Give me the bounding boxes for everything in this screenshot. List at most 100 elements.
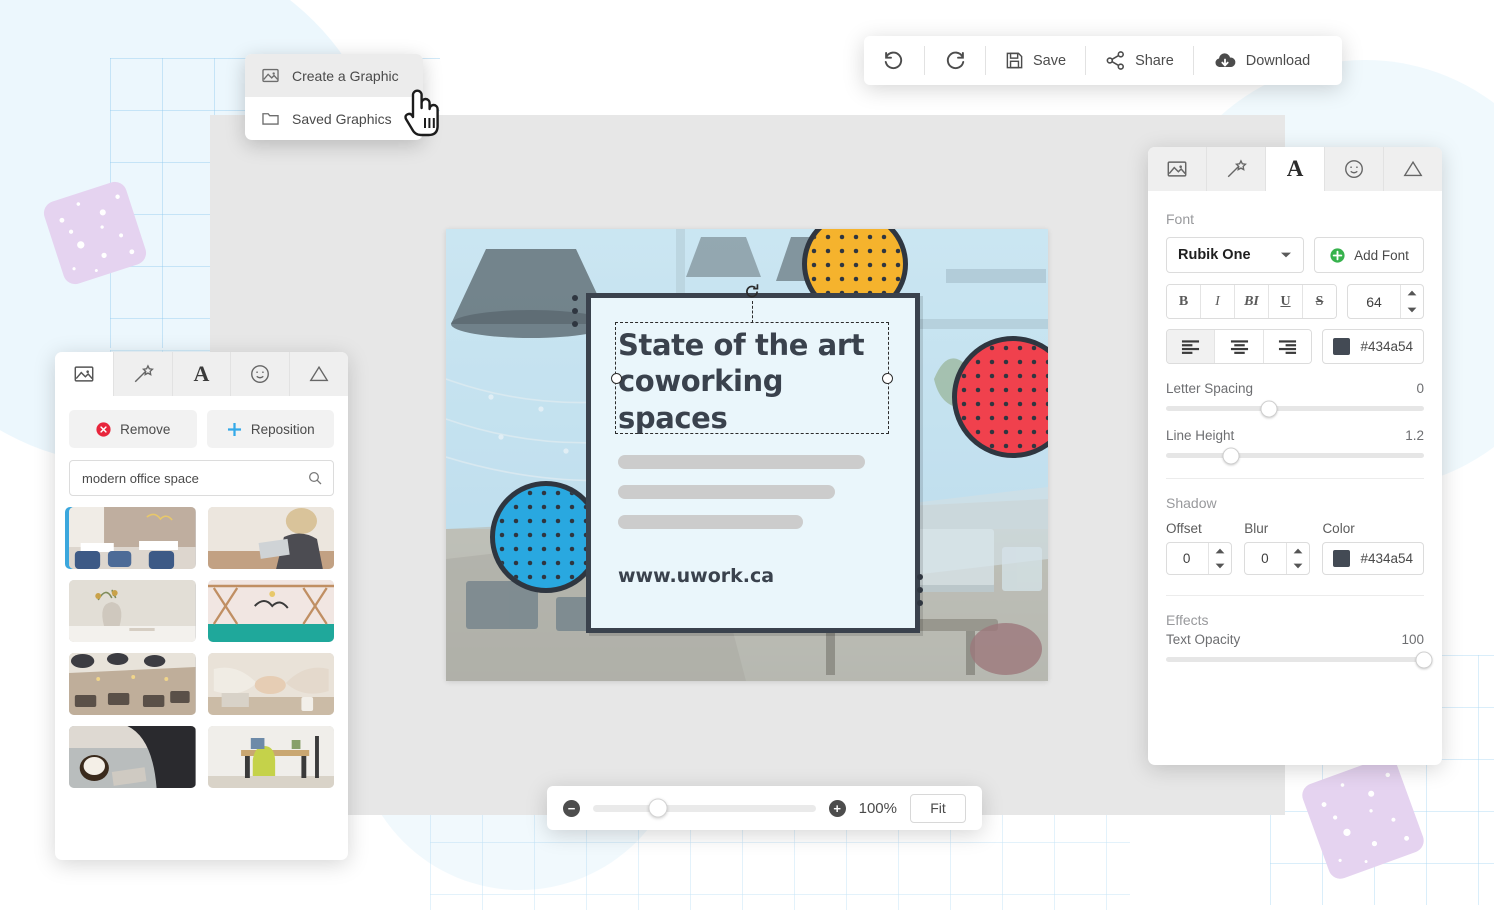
line-height-track[interactable] (1166, 453, 1424, 458)
placeholder-bar (618, 515, 803, 529)
triangle-icon (1402, 158, 1424, 180)
tab-text[interactable]: A (1266, 147, 1325, 191)
letter-spacing-label: Letter Spacing (1166, 381, 1253, 396)
save-button[interactable]: Save (986, 36, 1085, 85)
menu-item-create-a-graphic[interactable]: Create a Graphic (245, 54, 423, 97)
thumbnail-item[interactable] (208, 653, 335, 715)
image-search-box[interactable] (69, 460, 334, 496)
thumbnail-item[interactable] (208, 580, 335, 642)
shadow-color-label: Color (1322, 521, 1424, 536)
font-color-picker[interactable]: #434a54 (1322, 329, 1424, 364)
tab-effects[interactable] (1207, 147, 1266, 191)
image-icon (1166, 158, 1188, 180)
card-handle-dots-left[interactable] (572, 295, 578, 327)
text-panel-body: Font Rubik One Add Font (1148, 191, 1442, 678)
download-button[interactable]: Download (1194, 36, 1330, 85)
underline-button[interactable]: U (1269, 285, 1303, 318)
search-input[interactable] (80, 470, 307, 487)
align-center-icon (1230, 340, 1249, 354)
shadow-offset-decrease[interactable] (1209, 559, 1231, 575)
alignment-group (1166, 329, 1312, 364)
align-left-button[interactable] (1167, 330, 1215, 363)
zoom-slider-knob[interactable] (648, 799, 667, 818)
image-results-grid (69, 507, 334, 788)
font-size-increase[interactable] (1401, 285, 1423, 302)
design-url-text[interactable]: www.uwork.ca (618, 565, 774, 587)
thumbnail-item[interactable] (69, 726, 196, 788)
design-text-card[interactable]: State of the art coworking spaces www.uw… (586, 293, 920, 633)
tab-images[interactable] (55, 352, 114, 396)
align-right-button[interactable] (1264, 330, 1311, 363)
thumbnail-item[interactable] (69, 653, 196, 715)
reposition-label: Reposition (251, 422, 315, 437)
align-center-button[interactable] (1215, 330, 1263, 363)
shadow-offset-stepper[interactable]: 0 (1166, 542, 1232, 575)
font-family-select[interactable]: Rubik One (1166, 237, 1304, 273)
italic-button[interactable]: I (1201, 285, 1235, 318)
shadow-color-control: Color #434a54 (1322, 521, 1424, 575)
line-height-knob[interactable] (1222, 447, 1239, 464)
tab-stickers[interactable] (231, 352, 290, 396)
strikethrough-button[interactable]: S (1303, 285, 1336, 318)
effects-section-title: Effects (1166, 612, 1424, 628)
zoom-out-button[interactable]: − (563, 800, 580, 817)
shadow-color-picker[interactable]: #434a54 (1322, 542, 1424, 575)
media-panel-tabbar: A (55, 352, 348, 396)
shadow-blur-decrease[interactable] (1287, 559, 1309, 575)
tab-shapes[interactable] (1384, 147, 1442, 191)
tab-text[interactable]: A (173, 352, 232, 396)
letter-spacing-knob[interactable] (1261, 400, 1278, 417)
shadow-blur-stepper[interactable]: 0 (1244, 542, 1310, 575)
shadow-blur-control: Blur 0 (1244, 521, 1310, 575)
share-button[interactable]: Share (1086, 36, 1193, 85)
thumbnail-item[interactable] (69, 580, 196, 642)
top-toolbar: Save Share Download (864, 36, 1342, 85)
shadow-color-swatch (1333, 550, 1350, 567)
card-handle-dots-right[interactable] (917, 574, 923, 606)
shadow-controls: Offset 0 Blur (1166, 521, 1424, 575)
undo-button[interactable] (864, 36, 924, 85)
thumbnail-item[interactable] (208, 726, 335, 788)
tab-shapes[interactable] (290, 352, 348, 396)
thumbnail-item[interactable] (208, 507, 335, 569)
shadow-offset-spinner[interactable] (1208, 543, 1231, 574)
thumbnail-item[interactable] (69, 507, 196, 569)
font-size-stepper[interactable]: 64 (1347, 284, 1424, 319)
letter-a-icon: A (194, 361, 210, 387)
text-selection-box[interactable] (615, 322, 889, 434)
menu-item-saved-graphics[interactable]: Saved Graphics (245, 97, 423, 140)
redo-button[interactable] (925, 36, 985, 85)
section-divider (1166, 595, 1424, 596)
rotate-handle-icon[interactable] (744, 283, 761, 300)
text-opacity-track[interactable] (1166, 657, 1424, 662)
remove-button[interactable]: Remove (69, 410, 197, 448)
zoom-in-button[interactable]: + (829, 800, 846, 817)
tab-stickers[interactable] (1325, 147, 1384, 191)
font-size-spinner[interactable] (1400, 285, 1423, 318)
design-canvas[interactable]: State of the art coworking spaces www.uw… (446, 229, 1048, 681)
plus-icon: + (833, 802, 841, 815)
text-opacity-knob[interactable] (1416, 651, 1433, 668)
share-label: Share (1135, 53, 1174, 69)
selection-handle-right[interactable] (882, 373, 893, 384)
shadow-offset-increase[interactable] (1209, 543, 1231, 559)
font-size-decrease[interactable] (1401, 302, 1423, 319)
fit-button[interactable]: Fit (910, 794, 966, 823)
tab-effects[interactable] (114, 352, 173, 396)
tab-images[interactable] (1148, 147, 1207, 191)
bold-button[interactable]: B (1167, 285, 1201, 318)
section-divider (1166, 478, 1424, 479)
add-font-button[interactable]: Add Font (1314, 237, 1424, 273)
text-opacity-value: 100 (1401, 632, 1424, 647)
letter-spacing-value: 0 (1416, 381, 1424, 396)
add-font-label: Add Font (1354, 248, 1409, 263)
shadow-blur-increase[interactable] (1287, 543, 1309, 559)
letter-spacing-track[interactable] (1166, 406, 1424, 411)
search-icon[interactable] (307, 470, 323, 486)
zoom-slider-track[interactable] (593, 805, 816, 812)
reposition-button[interactable]: Reposition (207, 410, 335, 448)
shadow-blur-spinner[interactable] (1286, 543, 1309, 574)
bold-italic-button[interactable]: BI (1235, 285, 1269, 318)
selection-handle-left[interactable] (611, 373, 622, 384)
placeholder-bar (618, 485, 835, 499)
